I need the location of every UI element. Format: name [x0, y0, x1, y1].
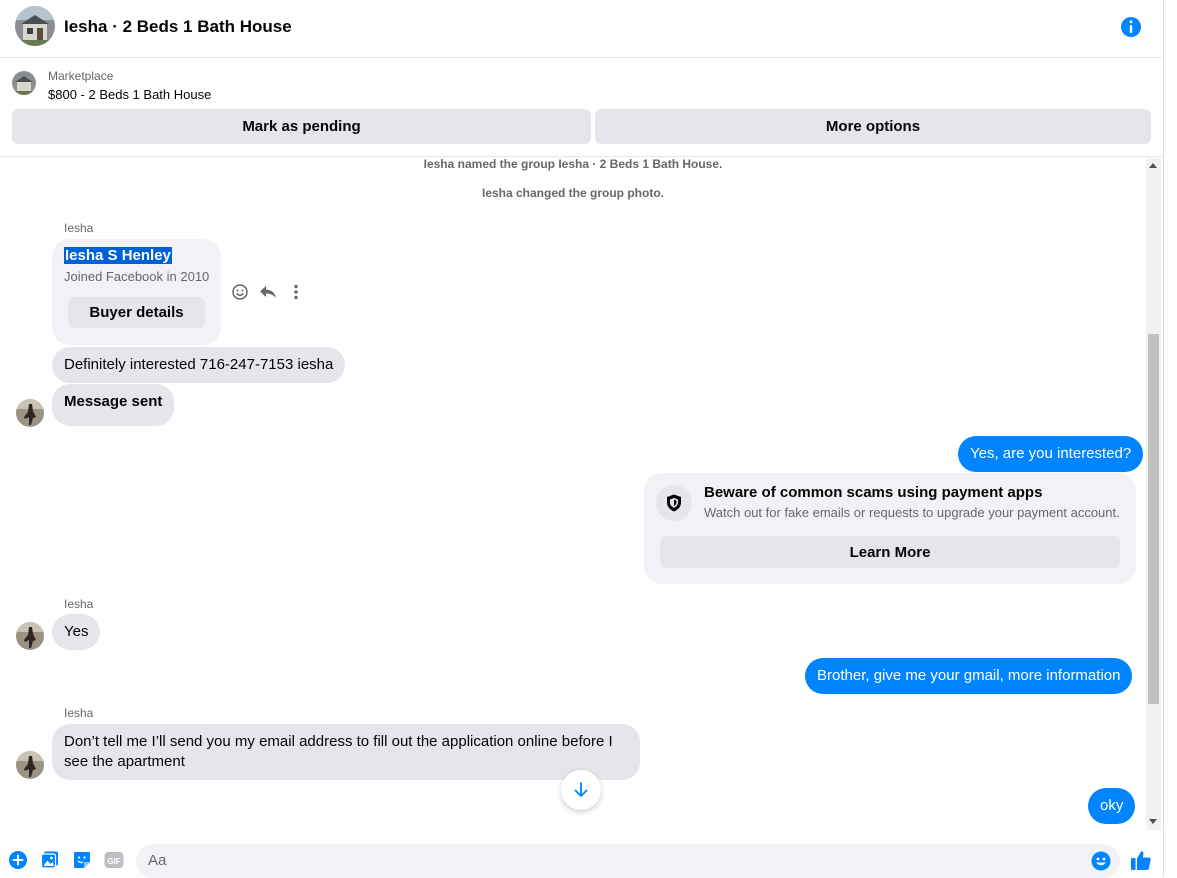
learn-more-button[interactable]: Learn More [660, 536, 1120, 568]
info-icon[interactable] [1119, 15, 1143, 39]
buyer-joined: Joined Facebook in 2010 [64, 269, 210, 284]
react-icon[interactable] [230, 282, 250, 302]
message-bubble[interactable]: Don’t tell me I’ll send you my email add… [52, 724, 640, 780]
message-bubble-outgoing[interactable]: oky [1088, 788, 1136, 824]
scroll-down-arrow[interactable] [1149, 819, 1157, 824]
more-options-button[interactable]: More options [595, 109, 1151, 144]
photo-icon[interactable] [40, 850, 60, 870]
avatar[interactable] [16, 399, 44, 427]
message-list: Iesha named the group Iesha · 2 Beds 1 B… [0, 158, 1163, 830]
scroll-to-bottom-button[interactable] [561, 770, 601, 810]
more-vertical-icon[interactable] [286, 282, 306, 302]
message-input-placeholder: Aa [148, 852, 167, 869]
chat-header: Iesha · 2 Beds 1 Bath House [0, 0, 1163, 58]
scam-warning-card: Beware of common scams using payment app… [644, 473, 1136, 584]
scam-warning-heading: Beware of common scams using payment app… [704, 484, 1043, 501]
gif-icon[interactable]: GIF [104, 850, 124, 870]
scrollbar-thumb[interactable] [1148, 334, 1159, 704]
marketplace-label: Marketplace [48, 69, 114, 83]
message-text-line: Don’t tell me I’ll send you my email add… [64, 733, 613, 750]
sticker-icon[interactable] [72, 850, 92, 870]
shield-icon [656, 485, 692, 521]
plus-icon[interactable] [8, 850, 28, 870]
message-text-line: see the apartment [64, 753, 185, 770]
message-bubble-outgoing[interactable]: Yes, are you interested? [958, 436, 1144, 472]
emoji-icon[interactable] [1091, 851, 1111, 871]
message-input[interactable]: Aa [136, 844, 1120, 878]
chat-window: Iesha · 2 Beds 1 Bath House Marketplace … [0, 0, 1164, 877]
avatar[interactable] [16, 622, 44, 650]
message-composer: GIF Aa [0, 838, 1177, 878]
buyer-profile-card: Iesha S Henley Joined Facebook in 2010 B… [52, 239, 221, 345]
sender-name: Iesha [64, 221, 94, 235]
chat-title: Iesha · 2 Beds 1 Bath House [64, 17, 292, 36]
message-bubble-outgoing[interactable]: Brother, give me your gmail, more inform… [805, 658, 1133, 694]
marketplace-listing: Marketplace $800 - 2 Beds 1 Bath House M… [0, 59, 1163, 157]
reply-icon[interactable] [258, 282, 278, 302]
system-message: Iesha named the group Iesha · 2 Beds 1 B… [423, 158, 723, 171]
arrow-down-icon [574, 782, 588, 797]
message-bubble[interactable]: Yes [52, 614, 101, 650]
scam-warning-text: Watch out for fake emails or requests to… [704, 505, 1120, 520]
message-bubble[interactable]: Definitely interested 716-247-7153 iesha [52, 347, 346, 383]
buyer-name[interactable]: Iesha S Henley [64, 247, 172, 264]
scroll-up-arrow[interactable] [1149, 163, 1157, 168]
message-bubble[interactable]: Message sent [52, 384, 175, 426]
sender-name: Iesha [64, 706, 94, 720]
message-scrollbar[interactable] [1146, 158, 1161, 830]
group-avatar[interactable] [15, 6, 55, 46]
buyer-details-button[interactable]: Buyer details [68, 297, 205, 328]
like-icon[interactable] [1130, 849, 1152, 871]
mark-as-pending-button[interactable]: Mark as pending [12, 109, 591, 144]
sender-name: Iesha [64, 597, 94, 611]
avatar[interactable] [16, 751, 44, 779]
system-message: Iesha changed the group photo. [481, 186, 664, 200]
listing-title[interactable]: $800 - 2 Beds 1 Bath House [48, 87, 211, 102]
listing-thumbnail[interactable] [12, 71, 36, 95]
svg-text:GIF: GIF [107, 857, 120, 866]
